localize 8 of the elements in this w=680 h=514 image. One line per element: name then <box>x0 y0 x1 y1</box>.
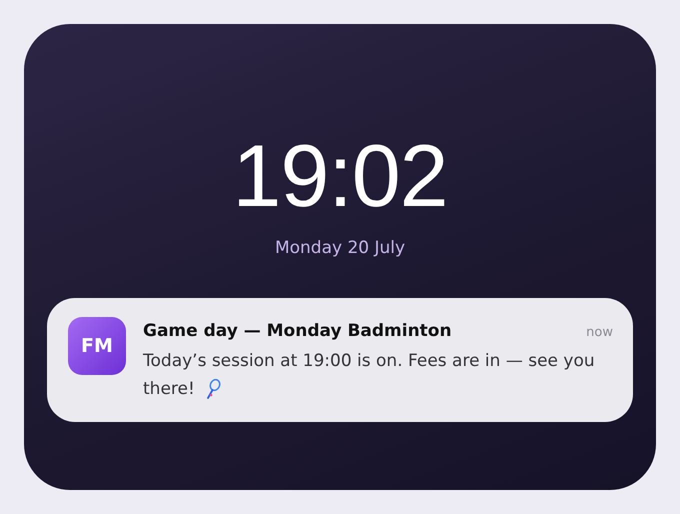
notification-card[interactable]: FM Game day — Monday Badminton now Today’s session at 19:00 is on. Fees are in — see you there! <box>47 298 633 422</box>
notification-time: now <box>586 325 613 340</box>
notification-body: Today’s session at 19:00 is on. Fees are in — see you there! <box>143 351 595 399</box>
date-text: Monday 20 July <box>274 238 406 258</box>
app-icon: FM <box>68 317 126 375</box>
clock-time: 19:02 <box>232 128 448 224</box>
racket-icon <box>204 379 221 400</box>
notification-title: Game day — Monday Badminton <box>143 321 452 341</box>
